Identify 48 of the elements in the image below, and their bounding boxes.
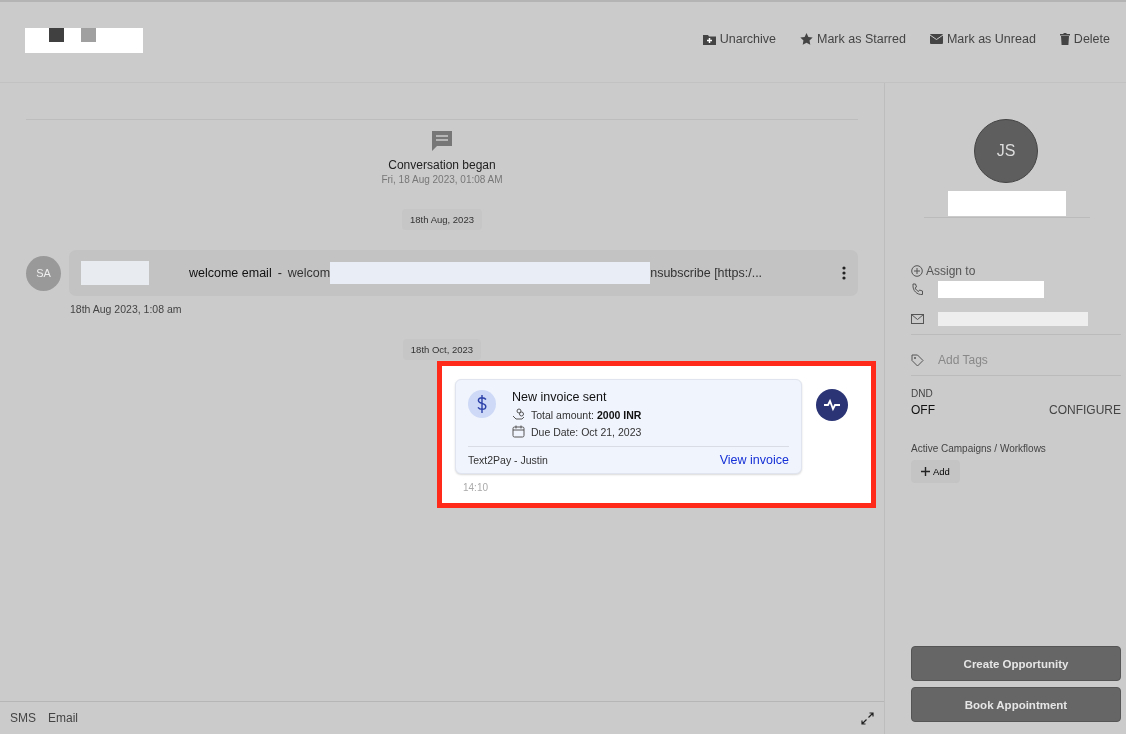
email-preview: welcom: [287, 266, 331, 280]
dnd-status: OFF: [911, 403, 935, 417]
redacted-sender: [81, 261, 149, 285]
dnd-label: DND: [911, 388, 934, 399]
folder-plus-icon: [702, 33, 716, 45]
expand-icon[interactable]: [861, 711, 874, 725]
configure-link[interactable]: CONFIGURE: [1049, 403, 1121, 417]
envelope-icon: [929, 34, 943, 44]
channel-tab[interactable]: SMS: [10, 711, 36, 725]
conversation-time: Fri, 18 Aug 2023, 01:08 AM: [381, 174, 503, 185]
separator: -: [277, 266, 282, 280]
plus-icon: [921, 467, 930, 476]
toolbar-button[interactable]: Mark as Unread: [905, 32, 1036, 46]
action-button[interactable]: Create Opportunity: [911, 646, 1121, 681]
dollar-icon: [468, 390, 496, 418]
email-preview: nsubscribe [https:/...: [650, 266, 763, 280]
email-message[interactable]: welcome email - welcom nsubscribe [https:/...: [69, 250, 858, 296]
invoice-amount: Total amount: 2000 INR: [531, 408, 642, 421]
more-icon[interactable]: [842, 266, 846, 280]
view-invoice-link[interactable]: View invoice: [719, 453, 789, 467]
contact-avatar: JS: [974, 119, 1038, 183]
invoice-due-date: Due Date: Oct 21, 2023: [531, 425, 642, 438]
chat-bubble-icon: [431, 130, 453, 152]
tags-field[interactable]: Add Tags: [938, 353, 1108, 367]
tag-icon: [911, 353, 924, 367]
activity-icon: [816, 389, 848, 421]
assign-to-label[interactable]: Assign to: [926, 264, 976, 278]
calendar-icon: [512, 425, 525, 438]
email-subject: welcome email: [189, 266, 272, 280]
trash-icon: [1059, 33, 1070, 45]
add-button[interactable]: Add: [911, 460, 960, 483]
campaigns-label: Active Campaigns / Workflows: [911, 443, 1047, 454]
toolbar-button[interactable]: Mark as Starred: [776, 32, 906, 46]
action-button[interactable]: Book Appointment: [911, 687, 1121, 722]
sender-avatar: SA: [26, 255, 61, 291]
message-time: 14:10: [463, 482, 490, 493]
coins-hand-icon: [512, 408, 525, 421]
star-icon: [800, 33, 813, 45]
conversation-began-label: Conversation began: [388, 158, 496, 172]
toolbar-button[interactable]: Unarchive: [678, 32, 776, 46]
plus-circle-icon: [911, 265, 923, 277]
invoice-source: Text2Pay - Justin: [468, 454, 548, 466]
message-timestamp: 18th Aug 2023, 1:08 am: [70, 303, 183, 315]
invoice-title: New invoice sent: [512, 390, 608, 404]
toolbar-button[interactable]: Delete: [1035, 32, 1110, 46]
phone-icon: [911, 282, 924, 296]
channel-tab[interactable]: Email: [48, 711, 79, 725]
envelope-icon: [911, 314, 924, 324]
